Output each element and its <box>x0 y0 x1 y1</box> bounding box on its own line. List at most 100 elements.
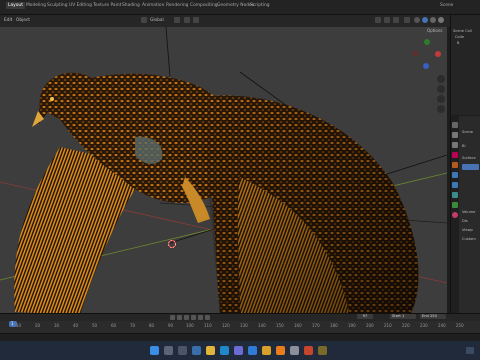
timeline-tick: 130 <box>240 323 248 328</box>
snap-icon[interactable] <box>184 17 190 23</box>
timeline-tick: 80 <box>149 323 155 328</box>
outliner-object[interactable]: B <box>457 41 459 45</box>
tab-geometry-nodes[interactable]: Geometry Nodes <box>217 3 254 8</box>
props-selected-field[interactable] <box>462 164 479 170</box>
viewport-canvas <box>0 27 447 315</box>
camera-icon[interactable] <box>437 95 445 103</box>
play-reverse-icon[interactable] <box>184 315 189 320</box>
explorer-icon[interactable] <box>206 346 215 355</box>
render-icon[interactable] <box>452 132 458 138</box>
props-volume-header[interactable]: Volume <box>462 210 475 214</box>
outliner-collection[interactable]: Colle <box>455 35 464 39</box>
tab-compositing[interactable]: Compositing <box>190 3 218 8</box>
chrome-icon[interactable] <box>262 346 271 355</box>
transform-orientation-dropdown[interactable]: Global <box>150 18 164 23</box>
pivot-icon[interactable] <box>174 17 180 23</box>
perspective-grid-icon[interactable] <box>437 105 445 113</box>
timeline-tick: 100 <box>186 323 194 328</box>
timeline-tick: 60 <box>111 323 117 328</box>
modifier-icon[interactable] <box>452 172 458 178</box>
shading-wireframe-icon[interactable] <box>414 17 420 23</box>
timeline-tick: 70 <box>130 323 136 328</box>
object-menu[interactable]: Object <box>16 18 30 23</box>
timeline-ruler[interactable]: 10 20 30 40 50 60 70 80 90 100 110 120 1… <box>0 321 480 333</box>
shading-rendered-icon[interactable] <box>438 17 444 23</box>
tab-rendering[interactable]: Rendering <box>166 3 188 8</box>
shading-solid-icon[interactable] <box>422 17 428 23</box>
shading-material-icon[interactable] <box>430 17 436 23</box>
timeline-tick: 50 <box>92 323 98 328</box>
search-icon[interactable] <box>164 346 173 355</box>
store-icon[interactable] <box>234 346 243 355</box>
object-properties-icon[interactable] <box>452 162 458 168</box>
props-scene-label: Scene <box>462 130 473 134</box>
tab-texture-paint[interactable]: Texture Paint <box>93 3 121 8</box>
widgets-icon[interactable] <box>192 346 201 355</box>
options-button[interactable]: Options <box>427 28 442 33</box>
scene-selector[interactable]: Scene <box>440 3 453 8</box>
next-keyframe-icon[interactable] <box>198 315 203 320</box>
overlay-icon[interactable] <box>393 17 399 23</box>
edge-icon[interactable] <box>220 346 229 355</box>
playhead[interactable]: 1 <box>9 321 17 327</box>
timeline-tick: 20 <box>35 323 41 328</box>
particles-icon[interactable] <box>452 182 458 188</box>
output-icon[interactable] <box>452 142 458 148</box>
properties-tab-strip <box>451 116 459 315</box>
current-frame-field[interactable]: 97 <box>357 314 373 319</box>
props-material-slot[interactable]: Bi <box>462 144 465 148</box>
blender-icon[interactable] <box>276 346 285 355</box>
tab-animation[interactable]: Animation <box>142 3 164 8</box>
windows-icon[interactable] <box>150 346 159 355</box>
start-frame-field[interactable]: Start 1 <box>390 314 416 319</box>
timeline-tick: 220 <box>402 323 410 328</box>
3d-viewport[interactable]: Options <box>0 27 447 315</box>
properties-panel: Scene Bi Surface Volume Dis Viewp Custom <box>450 116 480 315</box>
playhead-frame: 1 <box>11 321 14 326</box>
jump-start-icon[interactable] <box>170 315 175 320</box>
orientation-icon[interactable] <box>141 17 147 23</box>
pan-hand-icon[interactable] <box>437 85 445 93</box>
constraints-icon[interactable] <box>452 202 458 208</box>
app-icon[interactable] <box>304 346 313 355</box>
mail-icon[interactable] <box>248 346 257 355</box>
timeline-tick: 40 <box>73 323 79 328</box>
settings-icon[interactable] <box>290 346 299 355</box>
timeline-tick: 250 <box>456 323 464 328</box>
props-displacement-header[interactable]: Dis <box>462 219 468 223</box>
tab-modeling[interactable]: Modeling <box>26 3 46 8</box>
timeline-tick: 150 <box>276 323 284 328</box>
start-value: 1 <box>401 314 405 318</box>
tab-layout[interactable]: Layout <box>6 2 25 9</box>
prev-keyframe-icon[interactable] <box>177 315 182 320</box>
edit-menu[interactable]: Edit <box>4 18 12 23</box>
end-value: 250 <box>430 314 437 318</box>
play-icon[interactable] <box>191 315 196 320</box>
material-icon[interactable] <box>452 212 458 218</box>
gizmo-icon[interactable] <box>384 17 390 23</box>
navigation-gizmo[interactable] <box>411 39 443 71</box>
top-menu-bar: Layout Modeling Sculpting UV Editing Tex… <box>0 0 480 15</box>
tab-sculpting[interactable]: Sculpting <box>47 3 68 8</box>
xray-icon[interactable] <box>404 17 410 23</box>
tool-icon[interactable] <box>452 122 458 128</box>
props-viewport-display-header[interactable]: Viewp <box>462 228 473 232</box>
app-icon-2[interactable] <box>318 346 327 355</box>
props-custom-properties-header[interactable]: Custom <box>462 237 476 241</box>
jump-end-icon[interactable] <box>205 315 210 320</box>
eagle-eye <box>50 97 54 101</box>
end-frame-field[interactable]: End 250 <box>420 314 446 319</box>
proportional-edit-icon[interactable] <box>193 17 199 23</box>
notification-icon[interactable] <box>466 347 474 354</box>
outliner-scene-collection[interactable]: Scene Coll <box>453 29 472 33</box>
task-view-icon[interactable] <box>178 346 187 355</box>
tab-uv-editing[interactable]: UV Editing <box>69 3 92 8</box>
tab-scripting[interactable]: Scripting <box>250 3 270 8</box>
tab-shading[interactable]: Shading <box>122 3 140 8</box>
start-label: Start <box>392 314 401 318</box>
visibility-icon[interactable] <box>375 17 381 23</box>
props-surface-header[interactable]: Surface <box>462 156 476 160</box>
zoom-icon[interactable] <box>437 75 445 83</box>
world-icon[interactable] <box>452 152 458 158</box>
physics-icon[interactable] <box>452 192 458 198</box>
